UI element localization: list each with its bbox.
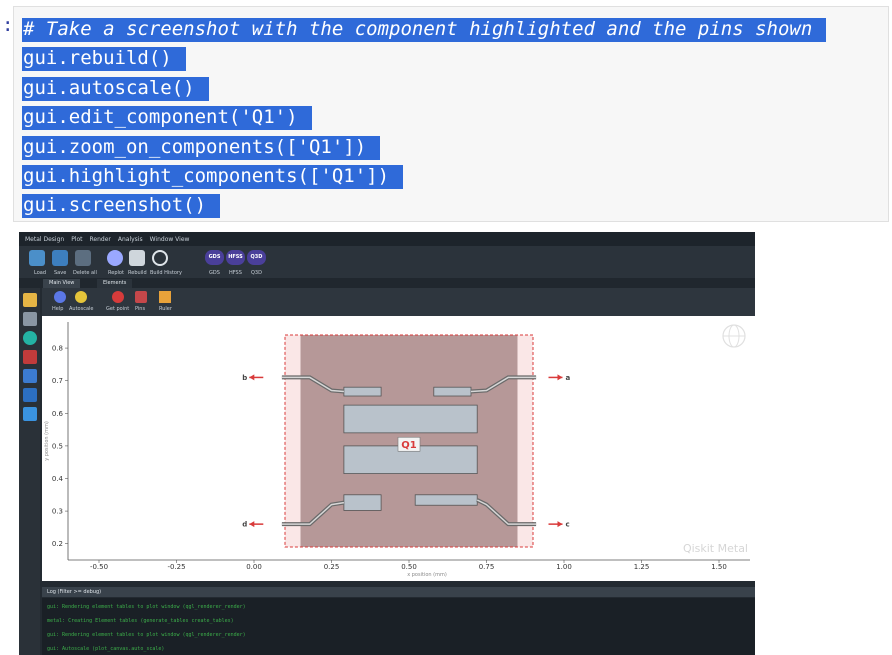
pin-b-label: b (242, 374, 247, 382)
gds-label: GDS (209, 270, 220, 276)
code-cell[interactable]: # Take a screenshot with the component h… (13, 6, 889, 222)
log-line: metal: Creating Element tables (generate… (47, 618, 234, 624)
tab-elements[interactable]: Elements (97, 279, 133, 288)
library-icon[interactable] (23, 350, 37, 364)
window-icon[interactable] (23, 369, 37, 383)
menu-window-view[interactable]: Window View (150, 236, 190, 243)
camera-icon[interactable] (23, 407, 37, 421)
code-line: gui.screenshot() (22, 191, 826, 220)
layout-icon[interactable] (23, 388, 37, 402)
pin-a-label: a (566, 374, 571, 382)
component-label: Q1 (401, 440, 417, 451)
hfss-label: HFSS (229, 270, 242, 276)
code-line: # Take a screenshot with the component h… (22, 15, 827, 44)
code-line: gui.rebuild() (22, 44, 826, 73)
pin-a-arrowhead (557, 374, 563, 381)
y-tick-label: 0.8 (52, 345, 63, 353)
watermark: Qiskit Metal (683, 542, 748, 555)
left-sidebar (19, 288, 40, 655)
components-icon[interactable] (23, 312, 37, 326)
x-tick-label: -0.50 (90, 563, 108, 571)
hfss-button[interactable]: HFSS (226, 250, 245, 265)
log-line: gui: Rendering element tables to plot wi… (47, 632, 246, 638)
save-label: Save (54, 270, 67, 276)
log-line: gui: Autoscale (plot_canvas.auto_scale) (47, 646, 165, 652)
menu-render[interactable]: Render (90, 236, 111, 243)
y-tick-label: 0.2 (52, 540, 63, 548)
help-label: Help (52, 306, 64, 312)
load-label: Load (34, 270, 46, 276)
pins-icon[interactable] (135, 291, 147, 303)
pin-b-arrowhead (249, 374, 255, 381)
ruler-label: Ruler (159, 306, 172, 312)
log-header: Log (Filter >= debug) (42, 587, 755, 597)
gds-button[interactable]: GDS (205, 250, 224, 265)
y-tick-label: 0.3 (52, 508, 63, 516)
code-line: gui.autoscale() (22, 74, 826, 103)
save-icon[interactable] (52, 250, 68, 266)
build-history-label: Build History (150, 270, 182, 276)
pin-c-arrowhead (557, 521, 563, 528)
autoscale-label: Autoscale (69, 306, 94, 312)
x-tick-label: 0.00 (246, 563, 262, 571)
qubit-pad (343, 404, 478, 434)
x-tick-label: 0.50 (401, 563, 417, 571)
help-icon[interactable] (54, 291, 66, 303)
y-tick-label: 0.6 (52, 410, 64, 418)
get-point-icon[interactable] (112, 291, 124, 303)
ribbon: Load Save Delete all Replot Rebuild Buil… (19, 246, 755, 278)
metal-gui-window: Metal Design Plot Render Analysis Window… (19, 232, 755, 655)
delete-all-label: Delete all (73, 270, 97, 276)
replot-label: Replot (108, 270, 124, 276)
y-axis-label: y position (mm) (44, 421, 50, 461)
menu-plot[interactable]: Plot (71, 236, 82, 243)
y-tick-label: 0.7 (52, 377, 63, 385)
code-editor[interactable]: # Take a screenshot with the component h… (22, 15, 827, 221)
replot-icon[interactable] (107, 250, 123, 266)
log-line: gui: Rendering element tables to plot wi… (47, 604, 246, 610)
code-line: gui.zoom_on_components(['Q1']) (22, 133, 826, 162)
layout-plot[interactable]: a b c d Q1 -0.50 -0.25 0.00 0.25 0.50 0.75 1.00 1.25… (42, 316, 755, 581)
function-icon[interactable] (23, 331, 37, 345)
x-tick-label: -0.25 (167, 563, 185, 571)
x-tick-label: 1.25 (634, 563, 650, 571)
qubit-pad (343, 494, 382, 511)
qubit-pad (433, 386, 472, 397)
q3d-button[interactable]: Q3D (247, 250, 266, 265)
menu-analysis[interactable]: Analysis (118, 236, 143, 243)
pin-d-label: d (242, 521, 247, 529)
pin-c-label: c (566, 521, 570, 529)
plot-toolbar: Help Autoscale Get point Pins Ruler (42, 288, 755, 316)
load-icon[interactable] (29, 250, 45, 266)
x-axis-label: x position (mm) (407, 572, 447, 578)
view-tabs: Main View Elements (19, 278, 755, 288)
q3d-label: Q3D (251, 270, 262, 276)
log-panel: gui: Rendering element tables to plot wi… (42, 598, 755, 655)
pin-d-arrowhead (249, 521, 255, 528)
rebuild-label: Rebuild (128, 270, 147, 276)
y-tick-label: 0.5 (52, 442, 63, 450)
y-tick-label: 0.4 (52, 475, 64, 483)
ruler-icon[interactable] (159, 291, 171, 303)
code-line: gui.highlight_components(['Q1']) (22, 162, 826, 191)
thumbs-up-icon[interactable] (23, 293, 37, 307)
plot-canvas[interactable]: a b c d Q1 -0.50 -0.25 0.00 0.25 0.50 0.75 1.00 1.25… (42, 316, 755, 581)
menu-bar: Metal Design Plot Render Analysis Window… (19, 232, 755, 246)
code-line: gui.edit_component('Q1') (22, 103, 826, 132)
delete-all-icon[interactable] (75, 250, 91, 266)
menu-metal-design[interactable]: Metal Design (25, 236, 64, 243)
build-history-icon[interactable] (152, 250, 168, 266)
x-tick-label: 1.00 (556, 563, 572, 571)
autoscale-icon[interactable] (75, 291, 87, 303)
get-point-label: Get point (106, 306, 130, 312)
qubit-pad (343, 386, 382, 397)
qubit-pad (414, 494, 478, 506)
pins-label: Pins (135, 306, 146, 312)
x-tick-label: 0.75 (479, 563, 495, 571)
tab-main-view[interactable]: Main View (43, 279, 81, 288)
rebuild-icon[interactable] (129, 250, 145, 266)
x-tick-label: 0.25 (324, 563, 340, 571)
x-tick-label: 1.50 (711, 563, 727, 571)
